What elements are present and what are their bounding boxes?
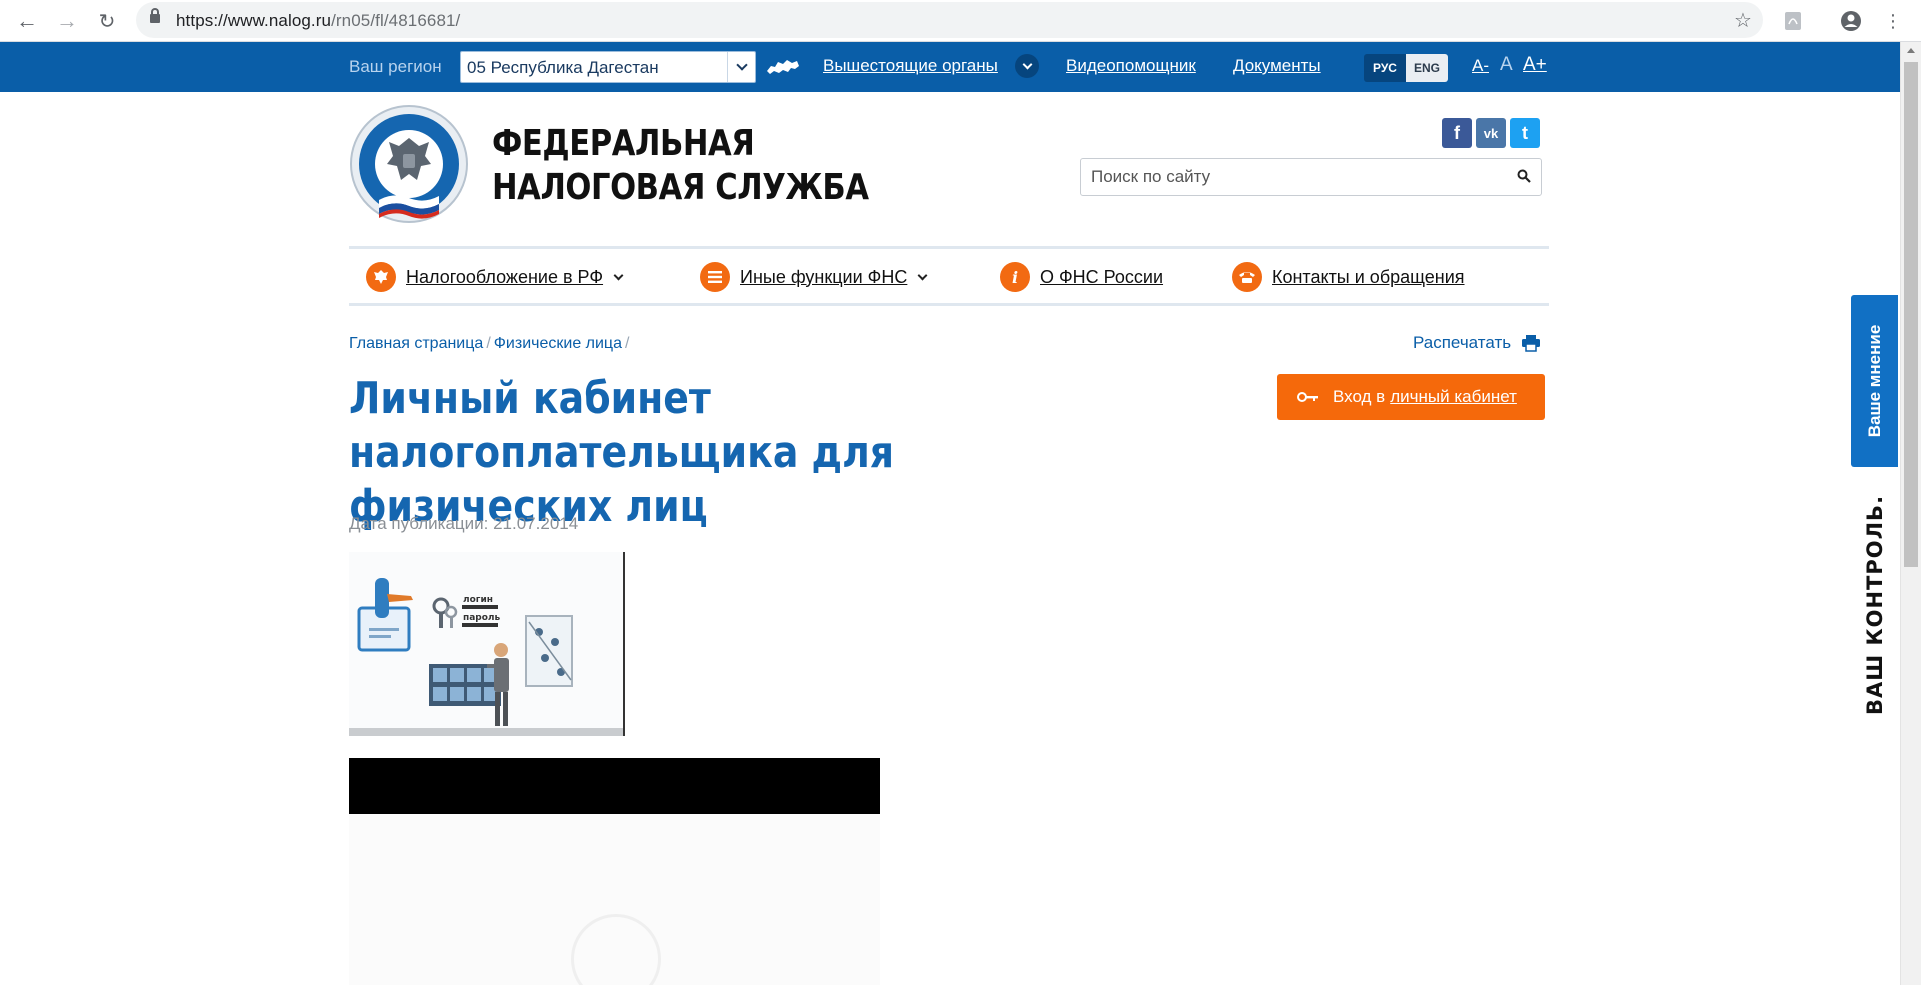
font-larger-button[interactable]: A+ (1523, 54, 1547, 76)
documents-link[interactable]: Документы (1233, 56, 1321, 76)
fns-logo[interactable] (349, 104, 469, 224)
browser-toolbar: ← → ↻ https://www.nalog.ru/rn05/fl/48166… (0, 0, 1921, 42)
region-value: 05 Республика Дагестан (467, 58, 659, 77)
video-player[interactable] (349, 758, 880, 985)
vash-kontrol-tab[interactable]: ВАШ КОНТРОЛЬ. (1855, 495, 1895, 715)
facebook-icon[interactable]: f (1442, 118, 1472, 148)
login-button-link: личный кабинет (1390, 387, 1517, 406)
search-icon[interactable] (1517, 169, 1531, 183)
menu-item-taxation[interactable]: Налогообложение в РФ (366, 259, 624, 295)
video-assistant-link[interactable]: Видеопомощник (1066, 56, 1196, 76)
brand-line-1: ФЕДЕРАЛЬНАЯ (492, 123, 755, 164)
phone-icon (1232, 262, 1262, 292)
menu-dots-icon[interactable]: ⋮ (1878, 6, 1908, 36)
menu-item-label: Контакты и обращения (1272, 266, 1465, 287)
chevron-down-icon (917, 270, 928, 280)
vash-kontrol-label: ВАШ КОНТРОЛЬ. (1863, 494, 1887, 716)
vk-icon[interactable]: vk (1476, 118, 1506, 148)
publication-date: Дата публикации: 21.07.2014 (349, 514, 579, 533)
breadcrumb-separator: / (486, 335, 491, 352)
info-icon: i (1000, 262, 1030, 292)
search-input[interactable] (1091, 164, 1491, 190)
lang-ru-button[interactable]: РУС (1364, 54, 1406, 82)
menu-item-label: Налогообложение в РФ (406, 266, 604, 287)
language-switch: РУС ENG (1364, 54, 1448, 82)
profile-icon[interactable] (1836, 6, 1866, 36)
menu-item-other-functions[interactable]: Иные функции ФНС (700, 259, 928, 295)
site-search (1080, 158, 1542, 196)
scroll-up-icon[interactable] (1907, 48, 1915, 53)
menu-item-label: Иные функции ФНС (740, 266, 908, 287)
url-text: https://www.nalog.ru/rn05/fl/4816681/ (176, 11, 461, 30)
play-icon[interactable] (571, 914, 661, 985)
breadcrumb-individuals[interactable]: Физические лица (494, 335, 622, 352)
page-title: Личный кабинет налогоплательщика для физ… (349, 373, 895, 532)
illustration-password-word: пароль (463, 613, 501, 623)
menu-item-about[interactable]: i О ФНС России (1000, 259, 1163, 295)
region-bar: Ваш регион 05 Республика Дагестан Вышест… (0, 42, 1900, 92)
menu-item-label: О ФНС России (1040, 266, 1164, 287)
key-icon (1297, 392, 1318, 402)
feedback-label: Ваше мнение (1864, 324, 1884, 438)
breadcrumb-separator: / (625, 335, 630, 352)
twitter-icon[interactable]: t (1510, 118, 1540, 148)
bookmark-star-icon[interactable]: ☆ (1728, 5, 1758, 35)
reload-icon[interactable]: ↻ (92, 6, 122, 36)
brand-line-2: НАЛОГОВАЯ СЛУЖБА (492, 167, 869, 208)
illustration-image: логин пароль (349, 552, 625, 736)
list-icon (700, 262, 730, 292)
breadcrumb-home[interactable]: Главная страница (349, 335, 483, 352)
region-label: Ваш регион (349, 57, 442, 76)
feedback-tab[interactable]: Ваше мнение (1851, 295, 1898, 467)
region-select[interactable]: 05 Республика Дагестан (460, 51, 756, 83)
chevron-down-icon (613, 270, 624, 280)
higher-authorities-link[interactable]: Вышестоящие органы (823, 56, 998, 76)
illustration-login-word: логин (463, 595, 493, 605)
print-link[interactable]: Распечатать (1413, 333, 1541, 353)
breadcrumb: Главная страница / Физические лица / (349, 335, 632, 353)
emblem-icon (366, 262, 396, 292)
chevron-down-icon (1022, 59, 1032, 69)
lock-icon (150, 8, 160, 23)
image-bottom-bar (349, 728, 623, 736)
back-icon[interactable]: ← (12, 6, 42, 36)
printer-icon (1522, 335, 1541, 352)
scrollbar-thumb[interactable] (1904, 62, 1918, 567)
menu-item-contacts[interactable]: Контакты и обращения (1232, 259, 1465, 295)
brand-name: ФЕДЕРАЛЬНАЯ НАЛОГОВАЯ СЛУЖБА (492, 122, 869, 210)
login-button-prefix: Вход в (1333, 387, 1386, 406)
forward-icon[interactable]: → (52, 6, 82, 36)
page-scrollbar[interactable] (1900, 42, 1921, 985)
address-bar[interactable]: https://www.nalog.ru/rn05/fl/4816681/ ☆ (136, 2, 1763, 38)
lang-en-button[interactable]: ENG (1406, 54, 1448, 82)
video-header-bar (349, 758, 880, 814)
print-label: Распечатать (1413, 333, 1512, 352)
personal-account-login-button[interactable]: Вход в личный кабинет (1277, 374, 1545, 420)
font-smaller-button[interactable]: A- (1472, 56, 1489, 76)
chevron-down-icon (727, 52, 755, 82)
higher-authorities-dropdown[interactable] (1015, 54, 1039, 78)
pdf-extension-icon[interactable] (1778, 6, 1808, 36)
russia-map-icon[interactable] (766, 57, 800, 77)
main-menu: Налогообложение в РФ Иные функции ФНС i … (349, 246, 1549, 306)
font-normal-button[interactable]: A (1500, 54, 1513, 76)
